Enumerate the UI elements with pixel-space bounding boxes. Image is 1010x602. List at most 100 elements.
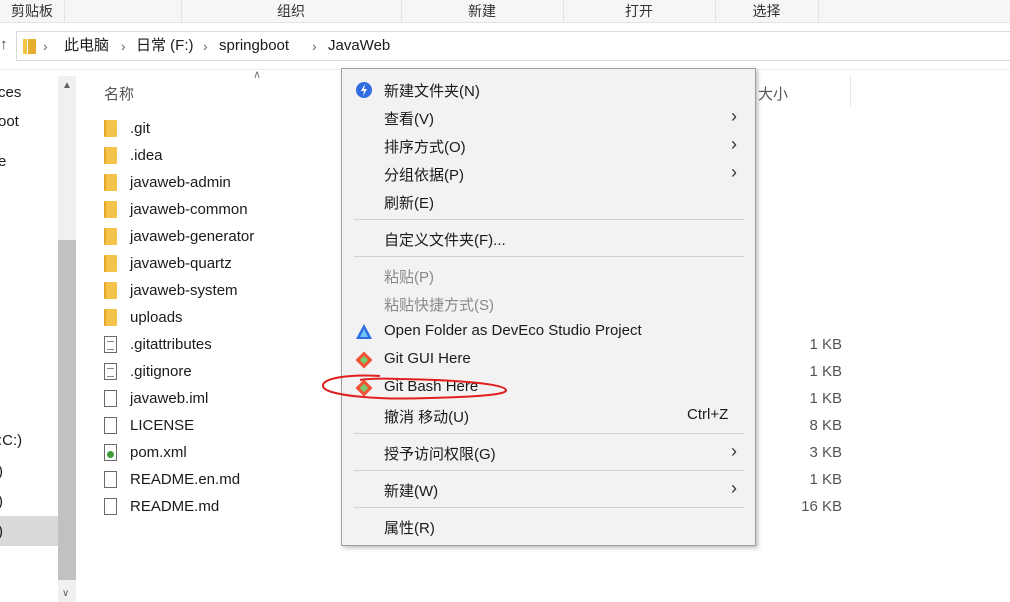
file-name: .idea — [130, 147, 163, 164]
chevron-right-icon[interactable]: › — [203, 37, 208, 55]
git-icon — [355, 351, 373, 369]
file-name: .gitignore — [130, 363, 192, 380]
scroll-up-icon[interactable]: ▲ — [62, 80, 72, 91]
deveco-icon — [356, 324, 372, 339]
breadcrumb-javaweb[interactable]: JavaWeb — [328, 37, 390, 55]
submenu-arrow-icon: › — [731, 134, 737, 154]
nav-item[interactable]: ces — [0, 84, 21, 101]
column-header-name[interactable]: 名称 — [104, 83, 134, 104]
menu-item-label: 新建(W) — [384, 483, 439, 500]
scroll-down-icon[interactable]: ∨ — [62, 588, 69, 599]
menu-item-sort-by[interactable]: 排序方式(O) › — [342, 132, 755, 160]
nav-selected-highlight — [0, 516, 58, 546]
menu-item-view[interactable]: 查看(V) › — [342, 104, 755, 132]
menu-item-label: 新建文件夹(N) — [384, 83, 480, 100]
menu-item-label: 分组依据(P) — [384, 167, 464, 184]
menu-item-paste-shortcut: 粘贴快捷方式(S) — [342, 290, 755, 318]
nav-item[interactable]: ) — [0, 523, 3, 540]
file-name: pom.xml — [130, 444, 187, 461]
file-name: javaweb.iml — [130, 390, 209, 407]
menu-item-group-by[interactable]: 分组依据(P) › — [342, 160, 755, 188]
nav-item[interactable]: :C:) — [0, 432, 22, 449]
folder-icon — [104, 309, 117, 326]
file-size: 8 KB — [809, 417, 842, 434]
address-bar[interactable]: › 此电脑 › 日常 (F:) › springboot › JavaWeb — [16, 31, 1010, 61]
text-file-icon — [104, 363, 117, 380]
submenu-arrow-icon: › — [731, 162, 737, 182]
menu-item-new[interactable]: 新建(W) › — [342, 476, 755, 504]
menu-item-label: 粘贴(P) — [384, 269, 434, 286]
nav-scrollbar[interactable]: ▲ ∨ — [58, 76, 76, 602]
file-name: javaweb-generator — [130, 228, 255, 245]
folder-icon — [104, 174, 117, 191]
menu-item-git-bash[interactable]: Git Bash Here — [342, 374, 755, 402]
menu-item-shortcut: Ctrl+Z — [687, 406, 729, 423]
column-header-size[interactable]: 大小 — [758, 83, 788, 104]
nav-item[interactable]: ) — [0, 463, 3, 480]
menu-item-label: 查看(V) — [384, 111, 434, 128]
file-size: 16 KB — [801, 498, 842, 515]
file-icon — [104, 417, 117, 434]
chevron-right-icon[interactable]: › — [121, 37, 126, 55]
submenu-arrow-icon: › — [731, 478, 737, 498]
menu-item-label: 授予访问权限(G) — [384, 446, 496, 463]
file-name: javaweb-system — [130, 282, 238, 299]
file-size: 1 KB — [809, 471, 842, 488]
git-icon — [355, 379, 373, 397]
file-name: javaweb-quartz — [130, 255, 232, 272]
file-size: 1 KB — [809, 363, 842, 380]
menu-item-git-gui[interactable]: Git GUI Here — [342, 346, 755, 374]
menu-separator — [354, 256, 744, 257]
menu-separator — [354, 507, 744, 508]
chevron-right-icon[interactable]: › — [312, 37, 317, 55]
menu-item-new-folder[interactable]: 新建文件夹(N) — [342, 76, 755, 104]
menu-item-properties[interactable]: 属性(R) — [342, 513, 755, 541]
menu-item-label: 刷新(E) — [384, 195, 434, 212]
file-size: 3 KB — [809, 444, 842, 461]
nav-item[interactable]: oot — [0, 113, 19, 130]
ribbon-group-spacer — [64, 0, 182, 22]
breadcrumb-springboot[interactable]: springboot — [219, 37, 289, 55]
up-arrow-icon[interactable]: ↑ — [0, 36, 8, 53]
ribbon-group-open[interactable]: 打开 — [563, 0, 716, 22]
ribbon-group-organize[interactable]: 组织 — [181, 0, 402, 22]
file-name: .git — [130, 120, 151, 137]
menu-item-label: Git Bash Here — [384, 378, 479, 395]
breadcrumb-this-pc[interactable]: 此电脑 — [64, 37, 109, 55]
menu-separator — [354, 470, 744, 471]
menu-item-label: Open Folder as DevEco Studio Project — [384, 322, 642, 339]
breadcrumb-drive-f[interactable]: 日常 (F:) — [136, 37, 194, 55]
menu-item-refresh[interactable]: 刷新(E) — [342, 188, 755, 216]
ribbon-group-bar: 剪贴板 组织 新建 打开 选择 — [0, 0, 1010, 23]
ribbon-group-new[interactable]: 新建 — [401, 0, 564, 22]
menu-item-grant-access[interactable]: 授予访问权限(G) › — [342, 439, 755, 467]
new-folder-icon — [356, 82, 372, 98]
file-size: 1 KB — [809, 390, 842, 407]
menu-item-undo-move[interactable]: 撤消 移动(U) Ctrl+Z — [342, 402, 755, 430]
menu-item-customize-folder[interactable]: 自定义文件夹(F)... — [342, 225, 755, 253]
folder-icon — [104, 228, 117, 245]
file-name: javaweb-admin — [130, 174, 231, 191]
nav-item[interactable]: e — [0, 153, 6, 170]
column-divider[interactable] — [850, 76, 851, 106]
file-name: README.md — [130, 498, 220, 515]
menu-item-label: 粘贴快捷方式(S) — [384, 297, 494, 314]
file-name: uploads — [130, 309, 183, 326]
folder-icon — [104, 120, 117, 137]
menu-separator — [354, 433, 744, 434]
chevron-right-icon: › — [43, 38, 48, 54]
menu-item-label: 属性(R) — [384, 520, 435, 537]
menu-item-label: 撤消 移动(U) — [384, 409, 469, 426]
submenu-arrow-icon: › — [731, 441, 737, 461]
file-icon — [104, 390, 117, 407]
text-file-icon — [104, 336, 117, 353]
file-name: LICENSE — [130, 417, 195, 434]
nav-scrollbar-thumb[interactable] — [58, 240, 76, 580]
ribbon-group-clipboard[interactable]: 剪贴板 — [0, 0, 65, 22]
folder-icon — [104, 201, 117, 218]
nav-item[interactable]: ) — [0, 493, 3, 510]
ribbon-group-select[interactable]: 选择 — [715, 0, 819, 22]
file-name: javaweb-common — [130, 201, 248, 218]
menu-item-paste: 粘贴(P) — [342, 262, 755, 290]
menu-item-open-deveco[interactable]: Open Folder as DevEco Studio Project — [342, 318, 755, 346]
